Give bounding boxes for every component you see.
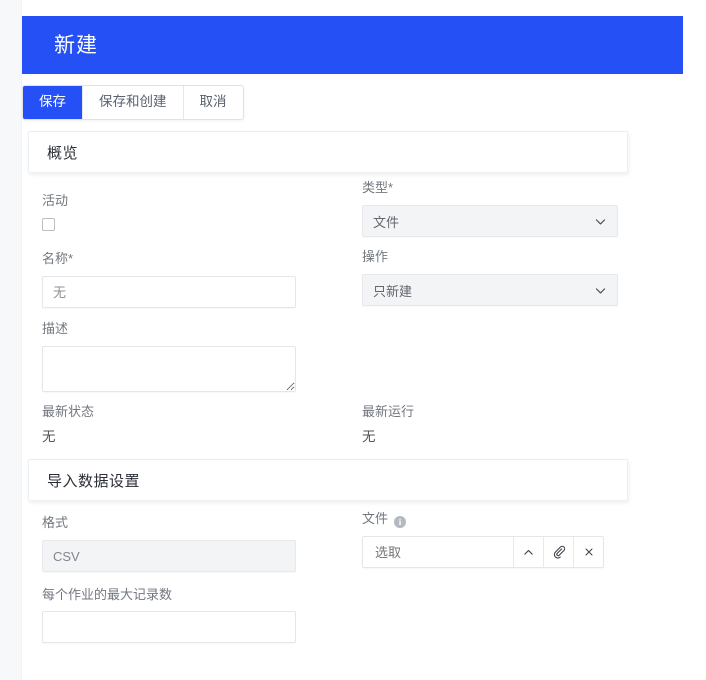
form-page: 新建 保存 保存和创建 取消 概览 活动 类型* 文件 名称* 操作 只新建 描… [22, 0, 706, 680]
close-glyph [584, 548, 593, 556]
section-title-import-settings: 导入数据设置 [47, 472, 141, 490]
label-description: 描述 [42, 321, 69, 336]
label-name: 名称* [42, 251, 74, 266]
max-records-input[interactable] [42, 611, 296, 643]
value-latest-status: 无 [42, 429, 56, 444]
label-max-records: 每个作业的最大记录数 [42, 587, 173, 602]
form-action-buttons: 保存 保存和创建 取消 [22, 85, 244, 121]
format-input [42, 540, 296, 572]
caret-up-icon[interactable] [513, 537, 543, 567]
label-format: 格式 [42, 515, 69, 530]
chevron-down-icon [595, 218, 606, 225]
cancel-button[interactable]: 取消 [182, 86, 243, 120]
section-header-import-settings: 导入数据设置 [28, 459, 628, 501]
paperclip-icon[interactable] [543, 537, 573, 567]
page-title: 新建 [54, 33, 98, 57]
save-button[interactable]: 保存 [23, 86, 82, 120]
label-file-text: 文件 [362, 511, 389, 526]
value-latest-run: 无 [362, 429, 376, 444]
operation-select[interactable]: 只新建 [362, 274, 618, 306]
type-select[interactable]: 文件 [362, 205, 618, 237]
chevron-down-icon [595, 287, 606, 294]
label-file: 文件 i [362, 511, 407, 528]
label-active: 活动 [42, 193, 69, 208]
file-picker [362, 536, 604, 568]
description-textarea[interactable] [42, 346, 296, 392]
label-latest-status: 最新状态 [42, 404, 95, 419]
page-left-gutter [0, 0, 22, 680]
paperclip-glyph [553, 545, 565, 559]
clear-icon[interactable] [573, 537, 603, 567]
caret-up-glyph [524, 549, 533, 555]
active-checkbox[interactable] [42, 218, 55, 231]
section-title-overview: 概览 [47, 144, 79, 162]
section-header-overview: 概览 [28, 131, 628, 173]
save-and-create-button[interactable]: 保存和创建 [82, 86, 183, 120]
label-latest-run: 最新运行 [362, 404, 415, 419]
label-operation: 操作 [362, 249, 389, 264]
label-type: 类型* [362, 180, 394, 195]
type-select-value: 文件 [373, 214, 400, 230]
info-icon[interactable]: i [394, 516, 407, 528]
page-header-bar: 新建 [22, 16, 683, 74]
file-name-input[interactable] [363, 537, 513, 567]
name-input[interactable] [42, 276, 296, 308]
operation-select-value: 只新建 [373, 283, 413, 299]
